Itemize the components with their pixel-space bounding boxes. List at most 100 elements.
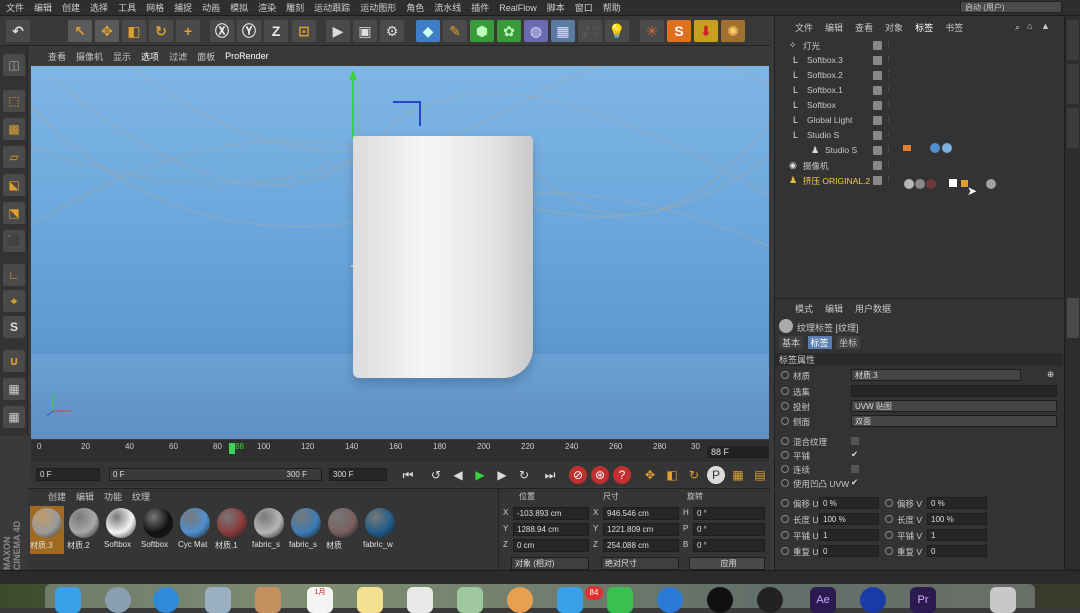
cloner-icon[interactable]: ✿: [497, 20, 521, 42]
premiere-icon[interactable]: Pr: [910, 587, 936, 613]
menu-item[interactable]: 渲染: [258, 1, 276, 14]
xpresso-icon[interactable]: ✳: [640, 20, 664, 42]
next-key-icon[interactable]: ↻: [515, 466, 533, 484]
object-name[interactable]: 灯光: [803, 40, 820, 52]
polygons-mode-icon[interactable]: ⬛: [3, 230, 25, 252]
material-swatch[interactable]: fabric_s: [252, 506, 286, 554]
subdivision-icon[interactable]: ⬢: [470, 20, 494, 42]
object-menu-item[interactable]: 对象: [885, 21, 903, 34]
planar-workplane-icon[interactable]: ▦: [3, 406, 25, 428]
object-name[interactable]: Softbox.3: [807, 55, 843, 65]
baidu-icon[interactable]: [860, 587, 886, 613]
animate-radio[interactable]: [885, 499, 893, 507]
tab-coord[interactable]: 坐标: [836, 336, 861, 349]
uv-field[interactable]: 0 %: [819, 497, 879, 509]
timeline[interactable]: 0 20 40 60 80 88 100 120 140 160 180 200 220 240 260 28…: [31, 440, 769, 462]
magnet-icon[interactable]: ∪: [3, 350, 25, 372]
viewport-menu-item[interactable]: 查看: [48, 50, 66, 63]
end-frame-field[interactable]: 300 F: [329, 468, 387, 481]
object-name[interactable]: Studio S: [825, 145, 857, 155]
uv-field[interactable]: 100 %: [927, 513, 987, 525]
visibility-toggle[interactable]: [873, 161, 882, 170]
cinema4d-icon[interactable]: [757, 587, 783, 613]
coordinate-mode-select[interactable]: 对象 (相对): [511, 557, 589, 570]
apply-button[interactable]: 应用: [689, 557, 765, 570]
rotation-field[interactable]: 0 °: [693, 523, 765, 536]
next-frame-icon[interactable]: ▶: [493, 466, 511, 484]
viewport-menu-item[interactable]: ProRender: [225, 51, 269, 61]
object-name[interactable]: Softbox: [807, 100, 836, 110]
menu-item[interactable]: 插件: [471, 1, 489, 14]
lock-workplane-icon[interactable]: ▦: [3, 378, 25, 400]
menu-item[interactable]: 编辑: [34, 1, 52, 14]
object-name[interactable]: 挤压 ORIGINAL.2: [803, 175, 870, 187]
undo-icon[interactable]: ↶: [6, 20, 30, 42]
visibility-toggle[interactable]: [873, 56, 882, 65]
material-swatch[interactable]: 材质.1: [215, 506, 249, 554]
render-dots[interactable]: ⋮: [885, 40, 892, 48]
points-mode-icon[interactable]: ⬕: [3, 174, 25, 196]
messages-icon[interactable]: [557, 587, 583, 613]
visibility-toggle[interactable]: [873, 176, 882, 185]
menu-item[interactable]: 模拟: [230, 1, 248, 14]
mix-checkbox[interactable]: [851, 437, 859, 445]
goto-end-icon[interactable]: ⏭: [541, 466, 559, 484]
animate-radio[interactable]: [781, 547, 789, 555]
move-icon[interactable]: ✥: [95, 20, 119, 42]
finder-icon[interactable]: [55, 587, 81, 613]
selection-field[interactable]: [851, 385, 1057, 397]
animate-radio[interactable]: [781, 499, 789, 507]
visibility-toggle[interactable]: [873, 86, 882, 95]
seamless-checkbox[interactable]: [851, 465, 859, 473]
uv-field[interactable]: 1: [819, 529, 879, 541]
visibility-toggle[interactable]: [873, 41, 882, 50]
y-axis-icon[interactable]: Ⓨ: [237, 20, 261, 42]
autokey-icon[interactable]: ⊛: [591, 466, 609, 484]
light-bulb-icon[interactable]: 💡: [605, 20, 629, 42]
visibility-toggle[interactable]: [873, 101, 882, 110]
menu-item[interactable]: 动画: [202, 1, 220, 14]
object-name[interactable]: 摄像机: [803, 160, 829, 172]
object-row[interactable]: L Softbox.1 ⋮: [775, 83, 1065, 98]
edges-mode-icon[interactable]: ⬔: [3, 202, 25, 224]
uv-field[interactable]: 0: [927, 545, 987, 557]
key-position-icon[interactable]: ✥: [641, 466, 659, 484]
menu-item[interactable]: 选择: [90, 1, 108, 14]
menu-item[interactable]: 工具: [118, 1, 136, 14]
material-menu-item[interactable]: 纹理: [132, 490, 150, 503]
side-tab-3[interactable]: [1067, 108, 1079, 148]
object-row[interactable]: L Global Light ⋮: [775, 113, 1065, 128]
record-icon[interactable]: ⊘: [569, 466, 587, 484]
photos-icon[interactable]: [507, 587, 533, 613]
camera-icon[interactable]: 🎥: [578, 20, 602, 42]
render-dots[interactable]: ⋮: [885, 160, 892, 168]
material-swatch[interactable]: fabric_w: [363, 506, 397, 554]
tile-checkbox[interactable]: ✔: [851, 449, 858, 460]
uv-field[interactable]: 0 %: [927, 497, 987, 509]
up-icon[interactable]: ▲: [1041, 21, 1050, 31]
object-menu-item[interactable]: 查看: [855, 21, 873, 34]
snap-icon[interactable]: S: [3, 316, 25, 338]
menu-item[interactable]: 雕刻: [286, 1, 304, 14]
trash-icon[interactable]: [990, 587, 1016, 613]
key-pla-icon[interactable]: ▦: [729, 466, 747, 484]
uv-field[interactable]: 100 %: [819, 513, 879, 525]
key-param-icon[interactable]: P: [707, 466, 725, 484]
object-row[interactable]: ◉ 摄像机 ⋮: [775, 158, 1065, 173]
menu-item[interactable]: 文件: [6, 1, 24, 14]
material-swatch[interactable]: 材质.3: [30, 506, 64, 554]
animate-radio[interactable]: [885, 515, 893, 523]
render-dots[interactable]: ⋮: [885, 115, 892, 123]
launchpad-icon[interactable]: [105, 587, 131, 613]
goto-start-icon[interactable]: ⏮: [399, 466, 417, 484]
viewport-menu-item[interactable]: 摄像机: [76, 50, 103, 63]
object-name[interactable]: Softbox.2: [807, 70, 843, 80]
viewport-menu-item[interactable]: 显示: [113, 50, 131, 63]
object-name[interactable]: Softbox.1: [807, 85, 843, 95]
render-dots[interactable]: ⋮: [885, 175, 892, 183]
plugin-gear-icon[interactable]: ✺: [721, 20, 745, 42]
menu-item[interactable]: 捕捉: [174, 1, 192, 14]
render-dots[interactable]: ⋮: [885, 100, 892, 108]
render-dots[interactable]: ⋮: [885, 55, 892, 63]
material-swatch[interactable]: Cyc Mat: [178, 506, 212, 554]
